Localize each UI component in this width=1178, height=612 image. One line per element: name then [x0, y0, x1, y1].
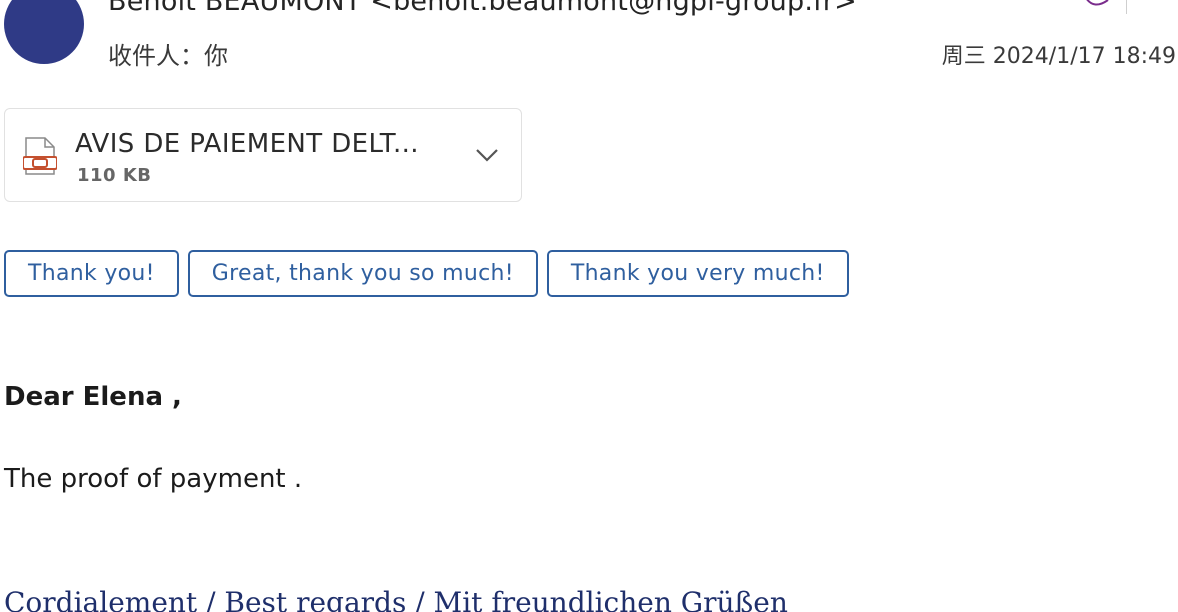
suggested-reply-button[interactable]: Great, thank you so much! [187, 250, 538, 297]
more-icon[interactable]: ··· [1141, 0, 1160, 8]
received-datetime: 周三 2024/1/17 18:49 [941, 44, 1176, 69]
message-body: The proof of payment . [4, 464, 303, 494]
message-greeting: Dear Elena , [4, 382, 182, 412]
chevron-down-icon[interactable] [475, 147, 499, 163]
sender-avatar[interactable] [4, 0, 84, 64]
header-actions: ··· [1082, 0, 1160, 18]
suggested-reply-button[interactable]: Thank you very much! [546, 250, 849, 297]
divider [1125, 0, 1127, 14]
suggested-reply-button[interactable]: Thank you! [4, 250, 179, 297]
sender-name[interactable]: Benoît BEAUMONT <benoit.beaumont@ngpi-gr… [108, 0, 857, 17]
pdf-file-icon [23, 137, 57, 175]
message-signature: Cordialement / Best regards / Mit freund… [4, 586, 788, 612]
suggested-replies: Thank you! Great, thank you so much! Tha… [4, 250, 849, 297]
recipient-line: 收件人：你 [108, 42, 228, 70]
reply-icon[interactable] [1082, 0, 1112, 10]
attachment-card[interactable]: AVIS DE PAIEMENT DELT... 110 KB [4, 108, 522, 202]
email-reading-pane: Benoît BEAUMONT <benoit.beaumont@ngpi-gr… [0, 0, 1178, 612]
attachment-size: 110 KB [77, 165, 152, 186]
attachment-name[interactable]: AVIS DE PAIEMENT DELT... [75, 129, 419, 159]
